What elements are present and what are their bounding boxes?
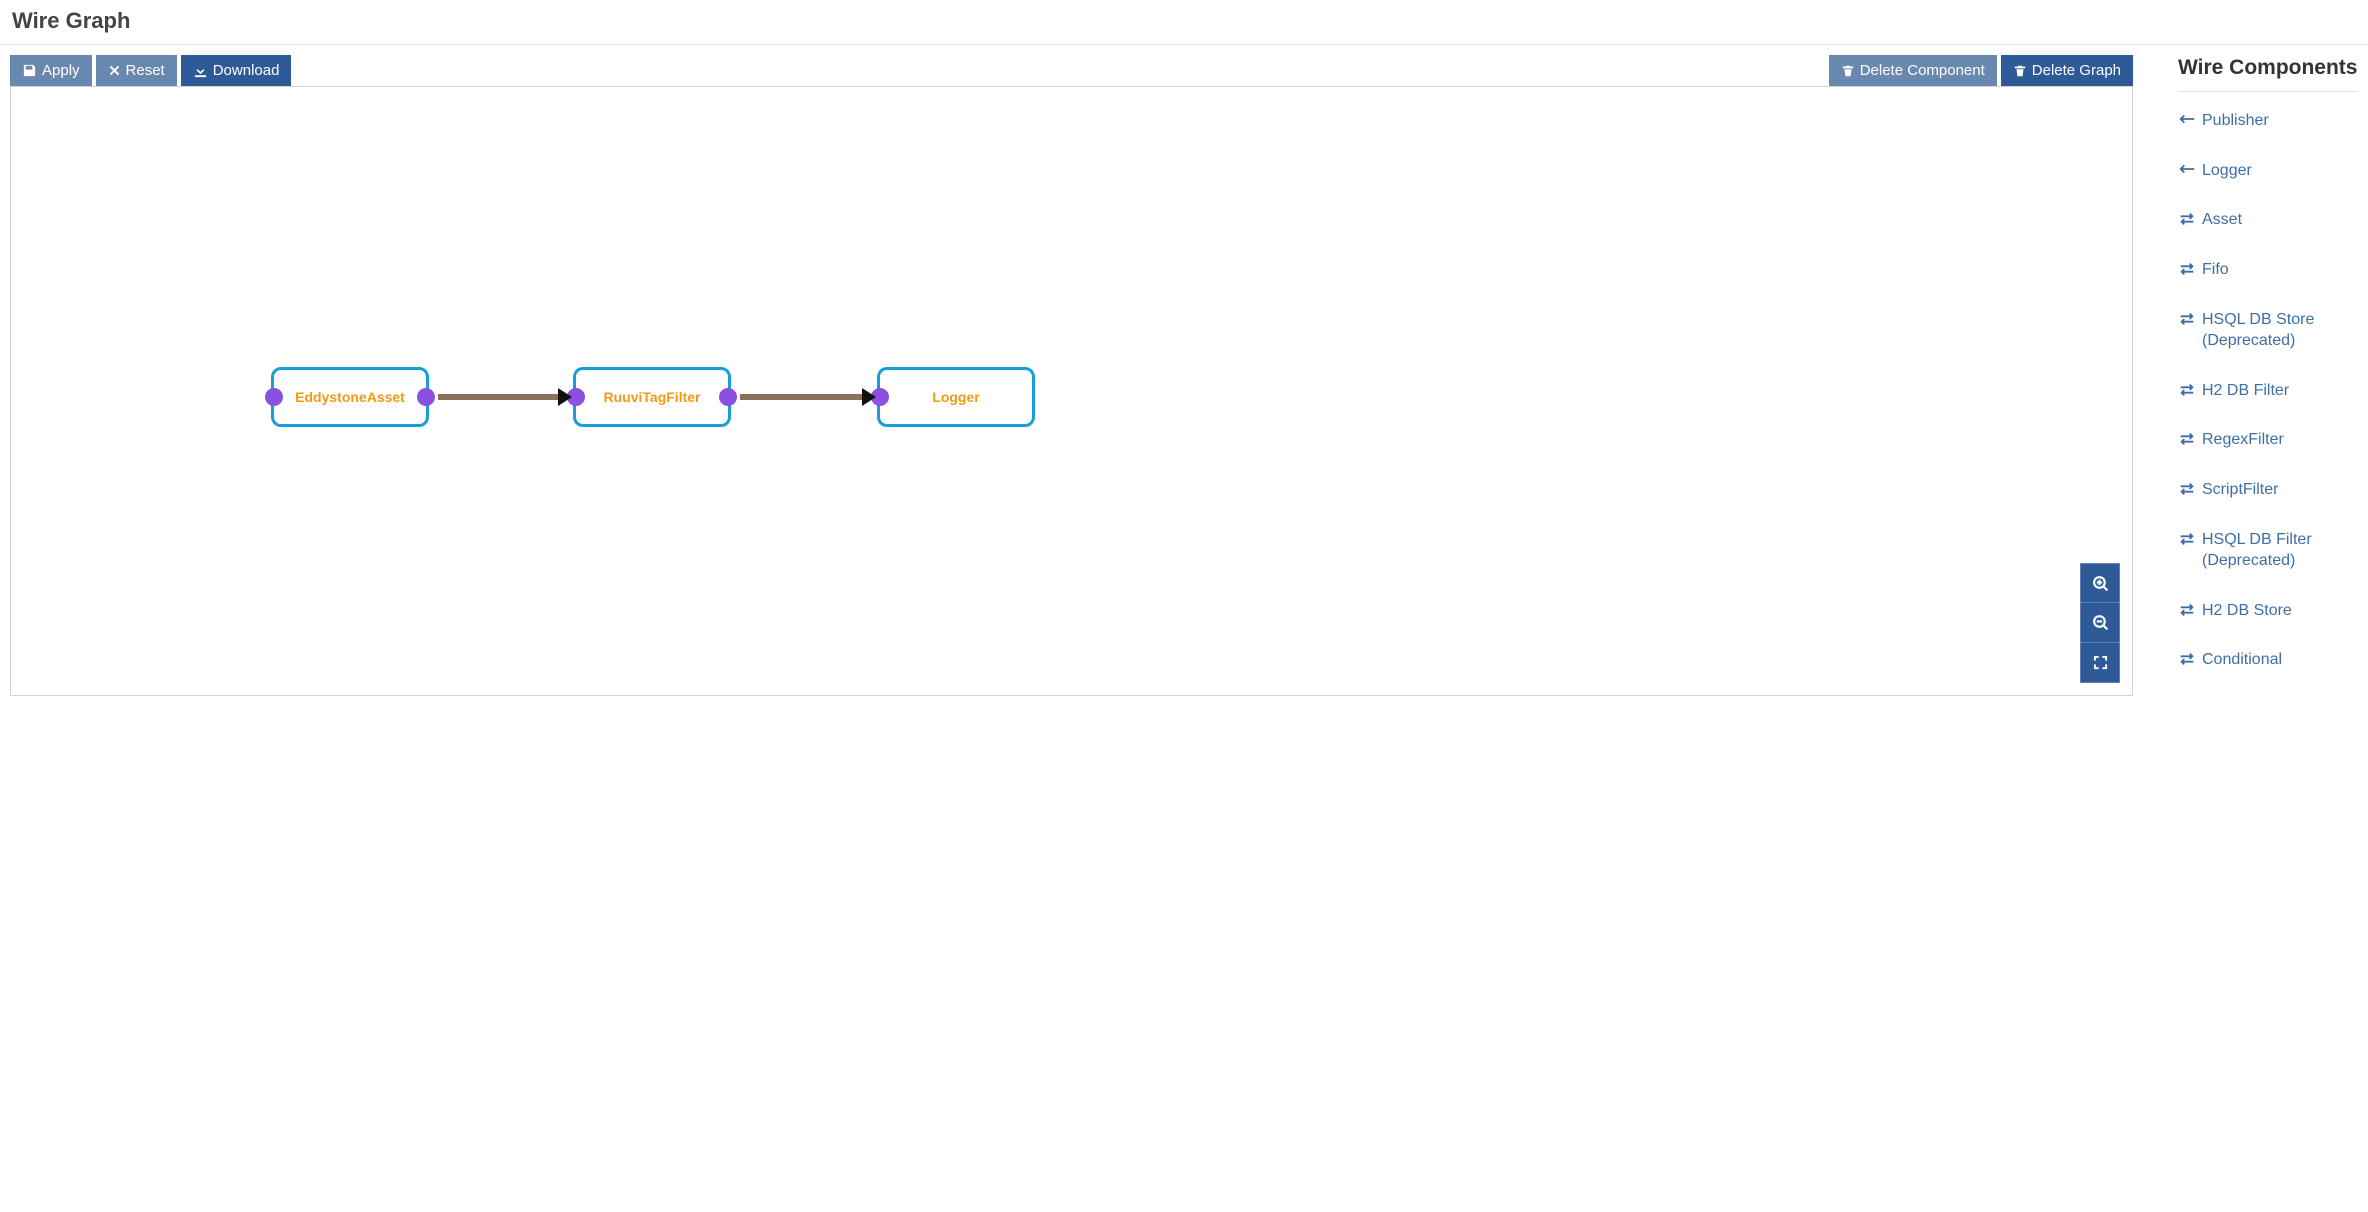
trash-icon <box>2013 64 2027 78</box>
fit-button[interactable] <box>2080 643 2120 683</box>
palette-item-label: ScriptFilter <box>2202 479 2278 501</box>
delete-component-button[interactable]: Delete Component <box>1829 55 1997 86</box>
download-button[interactable]: Download <box>181 55 292 86</box>
arrow-left-icon <box>2178 162 2196 176</box>
palette-item[interactable]: Conditional <box>2178 635 2358 685</box>
palette-item-label: Fifo <box>2202 259 2229 281</box>
palette-item-label: HSQL DB Store (Deprecated) <box>2202 309 2358 352</box>
wire-edge[interactable] <box>438 394 558 400</box>
swap-icon <box>2178 531 2196 547</box>
palette-item[interactable]: HSQL DB Store (Deprecated) <box>2178 295 2358 366</box>
palette-item[interactable]: H2 DB Filter <box>2178 366 2358 416</box>
input-port[interactable] <box>265 388 283 406</box>
graph-node-label: Logger <box>932 389 979 405</box>
save-icon <box>22 63 37 78</box>
arrowhead-icon <box>862 388 876 406</box>
graph-node[interactable]: Logger <box>877 367 1035 427</box>
palette-item-label: Publisher <box>2202 110 2269 132</box>
palette-item[interactable]: ScriptFilter <box>2178 465 2358 515</box>
palette-item[interactable]: Publisher <box>2178 96 2358 146</box>
palette-item-label: Conditional <box>2202 649 2282 671</box>
expand-icon <box>2093 655 2108 670</box>
graph-node[interactable]: EddystoneAsset <box>271 367 429 427</box>
zoom-out-icon <box>2092 614 2109 631</box>
palette-item-label: H2 DB Filter <box>2202 380 2289 402</box>
palette-item[interactable]: RegexFilter <box>2178 415 2358 465</box>
download-label: Download <box>213 62 280 79</box>
arrowhead-icon <box>558 388 572 406</box>
arrow-left-icon <box>2178 112 2196 126</box>
apply-button[interactable]: Apply <box>10 55 92 86</box>
zoom-in-button[interactable] <box>2080 563 2120 603</box>
close-icon <box>108 64 121 77</box>
swap-icon <box>2178 311 2196 327</box>
palette-item[interactable]: Logger <box>2178 146 2358 196</box>
zoom-in-icon <box>2092 575 2109 592</box>
download-icon <box>193 63 208 78</box>
palette-item[interactable]: H2 DB Store <box>2178 586 2358 636</box>
swap-icon <box>2178 481 2196 497</box>
palette-item[interactable]: Fifo <box>2178 245 2358 295</box>
sidebar-title: Wire Components <box>2178 55 2358 92</box>
swap-icon <box>2178 261 2196 277</box>
swap-icon <box>2178 431 2196 447</box>
reset-label: Reset <box>126 62 165 79</box>
graph-node-label: EddystoneAsset <box>295 389 405 405</box>
reset-button[interactable]: Reset <box>96 55 177 86</box>
palette-item[interactable]: HSQL DB Filter (Deprecated) <box>2178 515 2358 586</box>
graph-node-label: RuuviTagFilter <box>604 389 701 405</box>
swap-icon <box>2178 651 2196 667</box>
swap-icon <box>2178 382 2196 398</box>
wire-components-palette: Wire Components Publisher Logger Asset Fifo… <box>2178 55 2358 696</box>
wire-edge[interactable] <box>740 394 862 400</box>
palette-item-label: RegexFilter <box>2202 429 2284 451</box>
toolbar: Apply Reset Download <box>10 55 2133 86</box>
delete-component-label: Delete Component <box>1860 62 1985 79</box>
palette-item-label: Asset <box>2202 209 2242 231</box>
zoom-controls <box>2080 563 2120 683</box>
swap-icon <box>2178 602 2196 618</box>
trash-icon <box>1841 64 1855 78</box>
page-title: Wire Graph <box>0 0 2368 45</box>
output-port[interactable] <box>417 388 435 406</box>
palette-item-label: Logger <box>2202 160 2252 182</box>
output-port[interactable] <box>719 388 737 406</box>
palette-item-label: H2 DB Store <box>2202 600 2292 622</box>
graph-canvas[interactable]: EddystoneAsset RuuviTagFilter Logger <box>10 86 2133 696</box>
zoom-out-button[interactable] <box>2080 603 2120 643</box>
palette-item[interactable]: Asset <box>2178 195 2358 245</box>
delete-graph-button[interactable]: Delete Graph <box>2001 55 2133 86</box>
delete-graph-label: Delete Graph <box>2032 62 2121 79</box>
apply-label: Apply <box>42 62 80 79</box>
palette-item-label: HSQL DB Filter (Deprecated) <box>2202 529 2358 572</box>
swap-icon <box>2178 211 2196 227</box>
graph-node[interactable]: RuuviTagFilter <box>573 367 731 427</box>
